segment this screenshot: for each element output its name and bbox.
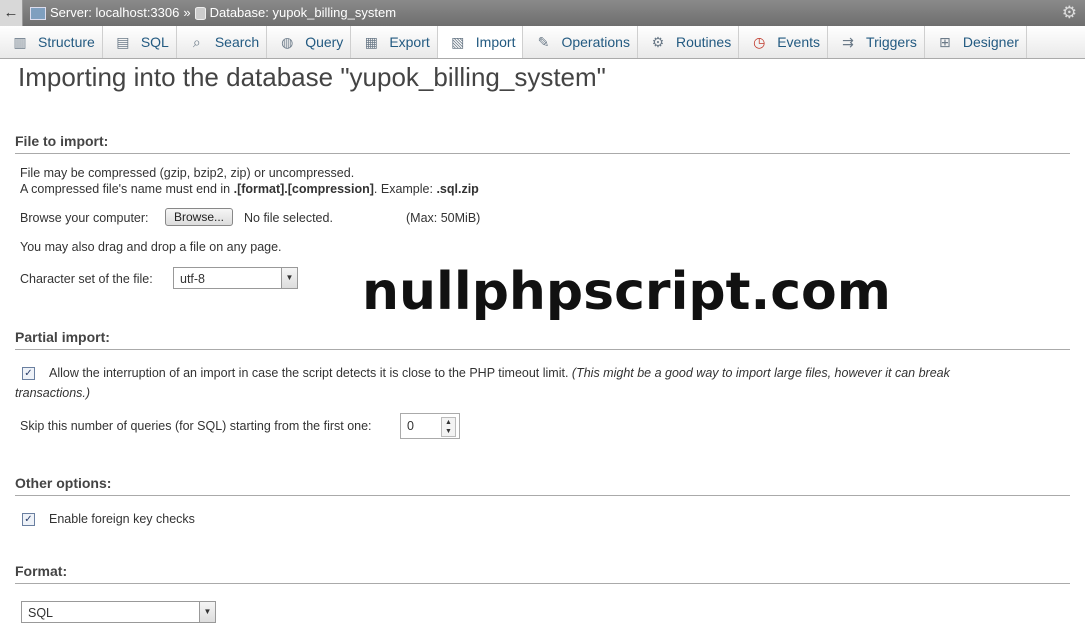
tab-label: Triggers (866, 34, 917, 50)
back-arrow-icon[interactable]: ← (0, 0, 23, 26)
compression-note: File may be compressed (gzip, bzip2, zip… (20, 166, 355, 180)
allow-interrupt-checkbox[interactable]: ✓ (22, 367, 35, 380)
compressed-name-note: A compressed file's name must end in .[f… (20, 182, 479, 196)
charset-label: Character set of the file: (20, 272, 153, 286)
tab-label: Routines (675, 34, 732, 50)
other-options-heading: Other options: (15, 475, 1070, 496)
note-text: . Example: (373, 182, 437, 196)
tab-label: SQL (140, 34, 169, 50)
tab-import[interactable]: ▧ Import (437, 26, 524, 58)
tab-triggers[interactable]: ⇉ Triggers (828, 26, 925, 58)
breadcrumb: Server: localhost:3306 » Database: yupok… (30, 0, 400, 26)
search-icon: ⌕ (192, 34, 201, 50)
sql-icon: ▤ (116, 34, 130, 50)
import-icon: ▧ (451, 34, 465, 50)
tab-bar: ▥ Structure ▤ SQL ⌕ Search ◍ Query ▦ Export ▧… (0, 26, 1085, 59)
format-heading: Format: (15, 563, 1070, 584)
triggers-icon: ⇉ (842, 34, 854, 50)
page-title: Importing into the database "yupok_billi… (18, 62, 606, 92)
designer-icon: ⊞ (938, 34, 951, 50)
note-format: .[format].[compression] (233, 182, 374, 196)
database-icon (194, 6, 206, 20)
tab-label: Structure (38, 34, 95, 50)
tab-label: Query (305, 34, 344, 50)
tab-structure[interactable]: ▥ Structure (0, 26, 103, 58)
tab-label: Designer (962, 34, 1019, 50)
charset-select[interactable]: utf-8 ▼ (173, 267, 298, 289)
format-select[interactable]: SQL ▼ (21, 601, 216, 623)
tab-label: Import (475, 34, 516, 50)
chevron-down-icon: ▼ (281, 268, 297, 288)
charset-value: utf-8 (180, 272, 206, 286)
gear-icon[interactable]: ⚙ (1062, 3, 1077, 23)
file-status: No file selected. (244, 211, 333, 225)
browse-label: Browse your computer: (20, 211, 149, 225)
breadcrumb-server[interactable]: Server: localhost:3306 (50, 0, 179, 26)
skip-queries-label: Skip this number of queries (for SQL) st… (20, 419, 372, 433)
routines-icon: ⚙ (651, 34, 665, 50)
partial-import-heading: Partial import: (15, 329, 1070, 350)
server-bar: ← Server: localhost:3306 » Database: yup… (0, 0, 1085, 26)
tab-query[interactable]: ◍ Query (267, 26, 352, 58)
chevron-down-icon: ▼ (199, 602, 215, 622)
allow-text: Allow the interruption of an import in c… (49, 366, 572, 380)
max-size: (Max: 50MiB) (406, 211, 481, 225)
spinner-arrows-icon[interactable]: ▲ ▼ (441, 417, 456, 437)
structure-icon: ▥ (13, 34, 27, 50)
allow-interrupt-label-cont: transactions.) (15, 386, 90, 400)
tab-label: Events (777, 34, 821, 50)
operations-icon: ✎ (537, 34, 550, 50)
tab-search[interactable]: ⌕ Search (177, 26, 268, 58)
breadcrumb-separator: » (183, 5, 191, 20)
tab-designer[interactable]: ⊞ Designer (925, 26, 1027, 58)
skip-queries-value: 0 (407, 419, 414, 433)
breadcrumb-database[interactable]: Database: yupok_billing_system (210, 0, 396, 26)
watermark-text: nullphpscript.com (362, 262, 891, 322)
query-icon: ◍ (281, 34, 294, 50)
tab-label: Search (214, 34, 260, 50)
skip-queries-input[interactable]: 0 ▲ ▼ (400, 413, 460, 439)
foreign-key-label: Enable foreign key checks (49, 512, 195, 526)
drag-drop-note: You may also drag and drop a file on any… (20, 240, 282, 254)
format-value: SQL (28, 606, 54, 620)
tab-label: Export (389, 34, 430, 50)
tab-label: Operations (561, 34, 630, 50)
browse-button[interactable]: Browse... (165, 208, 234, 226)
allow-interrupt-label: Allow the interruption of an import in c… (49, 366, 950, 380)
allow-note-cont: transactions.) (15, 386, 91, 400)
tab-routines[interactable]: ⚙ Routines (638, 26, 740, 58)
tab-operations[interactable]: ✎ Operations (523, 26, 638, 58)
tab-export[interactable]: ▦ Export (351, 26, 438, 58)
foreign-key-checkbox[interactable]: ✓ (22, 513, 35, 526)
allow-note: (This might be a good way to import larg… (571, 366, 950, 380)
file-to-import-heading: File to import: (15, 133, 1070, 154)
note-text: A compressed file's name must end in (20, 182, 234, 196)
server-icon (30, 6, 46, 20)
note-example: .sql.zip (436, 182, 479, 196)
events-icon: ◷ (753, 34, 766, 50)
tab-events[interactable]: ◷ Events (739, 26, 829, 58)
export-icon: ▦ (364, 34, 378, 50)
tab-sql[interactable]: ▤ SQL (103, 26, 177, 58)
